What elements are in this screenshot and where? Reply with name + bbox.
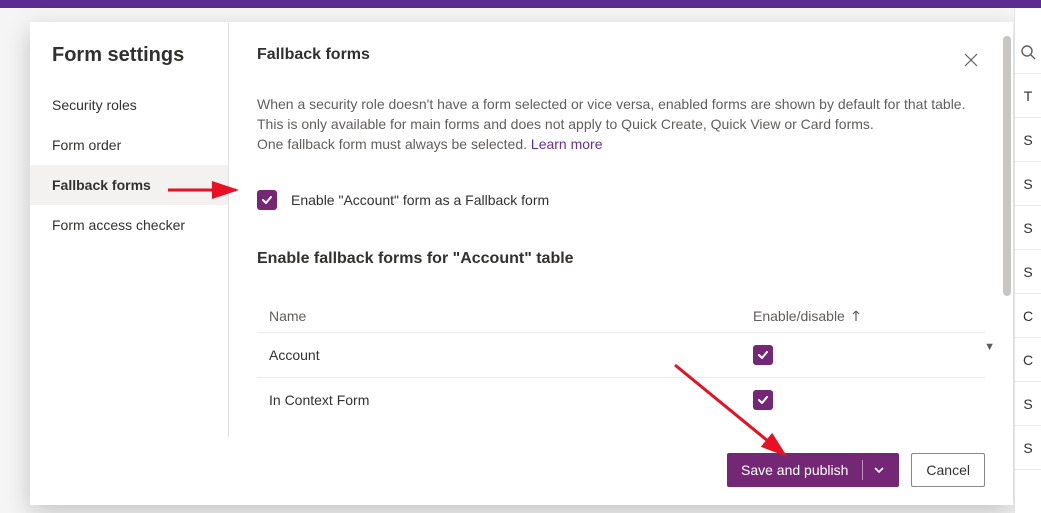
column-header-name[interactable]: Name	[269, 308, 753, 324]
checkmark-icon	[757, 394, 769, 406]
search-icon[interactable]	[1020, 44, 1036, 60]
form-settings-dialog: Form settings Security rolesForm orderFa…	[30, 22, 1013, 505]
content-pane: Fallback forms When a security role does…	[229, 22, 1013, 437]
content-scrollbar[interactable]	[1001, 36, 1013, 316]
background-cell: T	[1015, 74, 1041, 118]
desc-line2: This is only available for main forms an…	[257, 116, 874, 132]
sort-asc-icon	[851, 310, 861, 322]
save-and-publish-button[interactable]: Save and publish	[727, 453, 899, 487]
form-name-cell: Account	[269, 347, 753, 363]
row-enable-checkbox[interactable]	[753, 345, 773, 365]
enable-fallback-label: Enable "Account" form as a Fallback form	[291, 192, 549, 208]
cancel-label: Cancel	[926, 462, 970, 478]
content-title: Fallback forms	[257, 46, 957, 64]
background-cell: C	[1015, 294, 1041, 338]
sidebar-item-form-order[interactable]: Form order	[30, 125, 228, 165]
dialog-footer: Save and publish Cancel	[30, 437, 1013, 505]
obscured-background-column: TSSSSCCSS	[1014, 8, 1041, 513]
column-header-enable[interactable]: Enable/disable	[753, 308, 973, 324]
table-row: In Context Form	[257, 377, 985, 422]
desc-line3: One fallback form must always be selecte…	[257, 136, 531, 152]
fallback-forms-table: Name Enable/disable Account In Context Fo…	[257, 300, 985, 422]
checkmark-icon	[261, 194, 273, 206]
close-button[interactable]	[957, 46, 985, 74]
app-top-bar	[0, 0, 1041, 8]
background-cell: S	[1015, 206, 1041, 250]
sidebar-item-security-roles[interactable]: Security roles	[30, 85, 228, 125]
background-cell: S	[1015, 162, 1041, 206]
chevron-down-icon[interactable]	[873, 464, 885, 476]
enable-cell	[753, 390, 973, 410]
description-text: When a security role doesn't have a form…	[257, 94, 985, 154]
scrollbar-thumb[interactable]	[1003, 36, 1011, 296]
background-cell: S	[1015, 382, 1041, 426]
close-icon	[963, 52, 979, 68]
save-and-publish-label: Save and publish	[741, 462, 848, 478]
settings-sidebar: Form settings Security rolesForm orderFa…	[30, 22, 229, 437]
sidebar-item-form-access-checker[interactable]: Form access checker	[30, 205, 228, 245]
split-divider	[862, 460, 863, 480]
desc-line1: When a security role doesn't have a form…	[257, 96, 965, 112]
enable-fallback-checkbox[interactable]	[257, 190, 277, 210]
enable-cell	[753, 345, 973, 365]
background-cell: C	[1015, 338, 1041, 382]
learn-more-link[interactable]: Learn more	[531, 136, 603, 152]
background-cell: S	[1015, 426, 1041, 470]
background-cell: S	[1015, 250, 1041, 294]
table-row: Account	[257, 332, 985, 377]
form-name-cell: In Context Form	[269, 392, 753, 408]
sidebar-title: Form settings	[30, 44, 228, 85]
section-title: Enable fallback forms for "Account" tabl…	[257, 250, 985, 268]
checkmark-icon	[757, 349, 769, 361]
background-cell: S	[1015, 118, 1041, 162]
cancel-button[interactable]: Cancel	[911, 453, 985, 487]
row-enable-checkbox[interactable]	[753, 390, 773, 410]
sidebar-item-fallback-forms[interactable]: Fallback forms	[30, 165, 228, 205]
scroll-down-icon[interactable]: ▼	[984, 341, 995, 353]
